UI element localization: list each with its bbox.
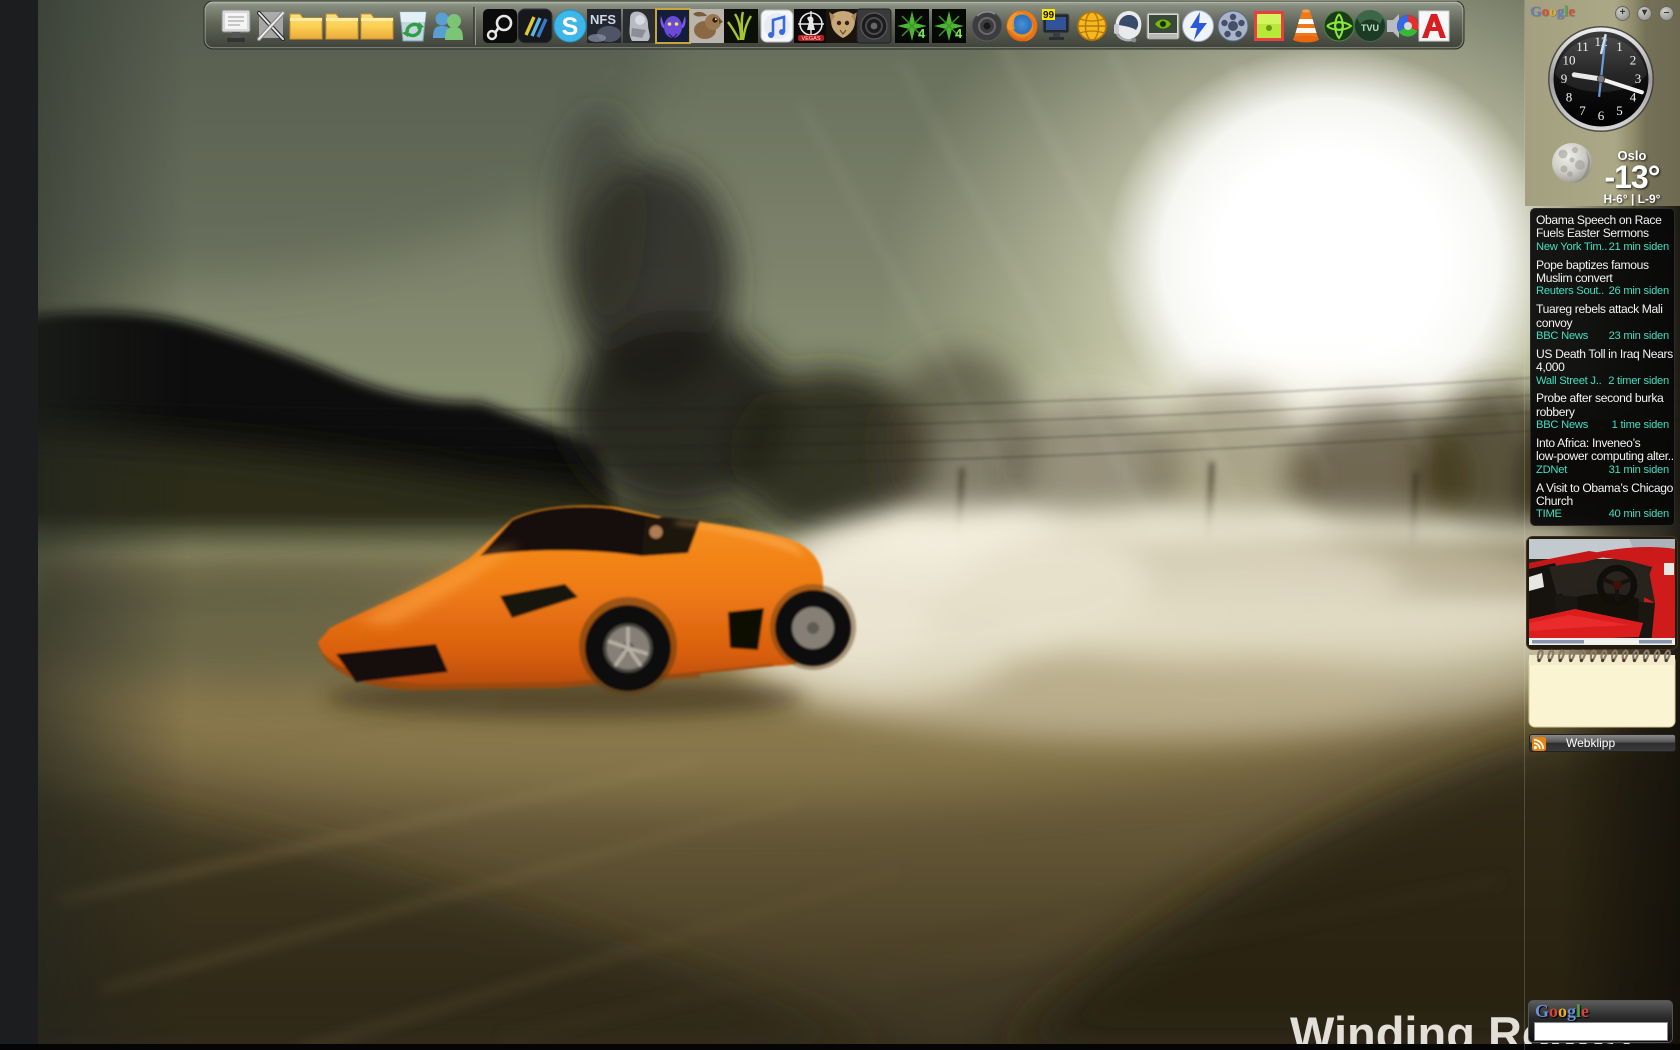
svg-text:S: S [562,13,579,41]
svg-text:TVU: TVU [1361,23,1379,33]
svg-text:NFS: NFS [590,12,616,27]
svg-text:4: 4 [955,26,963,41]
svg-text:9: 9 [1561,71,1568,86]
svg-text:2: 2 [1630,53,1637,68]
svg-text:6: 6 [1598,108,1605,123]
svg-text:11: 11 [1576,39,1589,54]
svg-text:8: 8 [1566,90,1573,105]
svg-text:5: 5 [1616,103,1623,118]
svg-text:4: 4 [918,26,926,41]
svg-text:1: 1 [1616,39,1623,54]
svg-text:7: 7 [1579,103,1586,118]
svg-text:VEGAS: VEGAS [802,36,821,42]
svg-text:3: 3 [1635,71,1642,86]
svg-text:99: 99 [1043,10,1055,21]
svg-text:10: 10 [1563,53,1576,68]
